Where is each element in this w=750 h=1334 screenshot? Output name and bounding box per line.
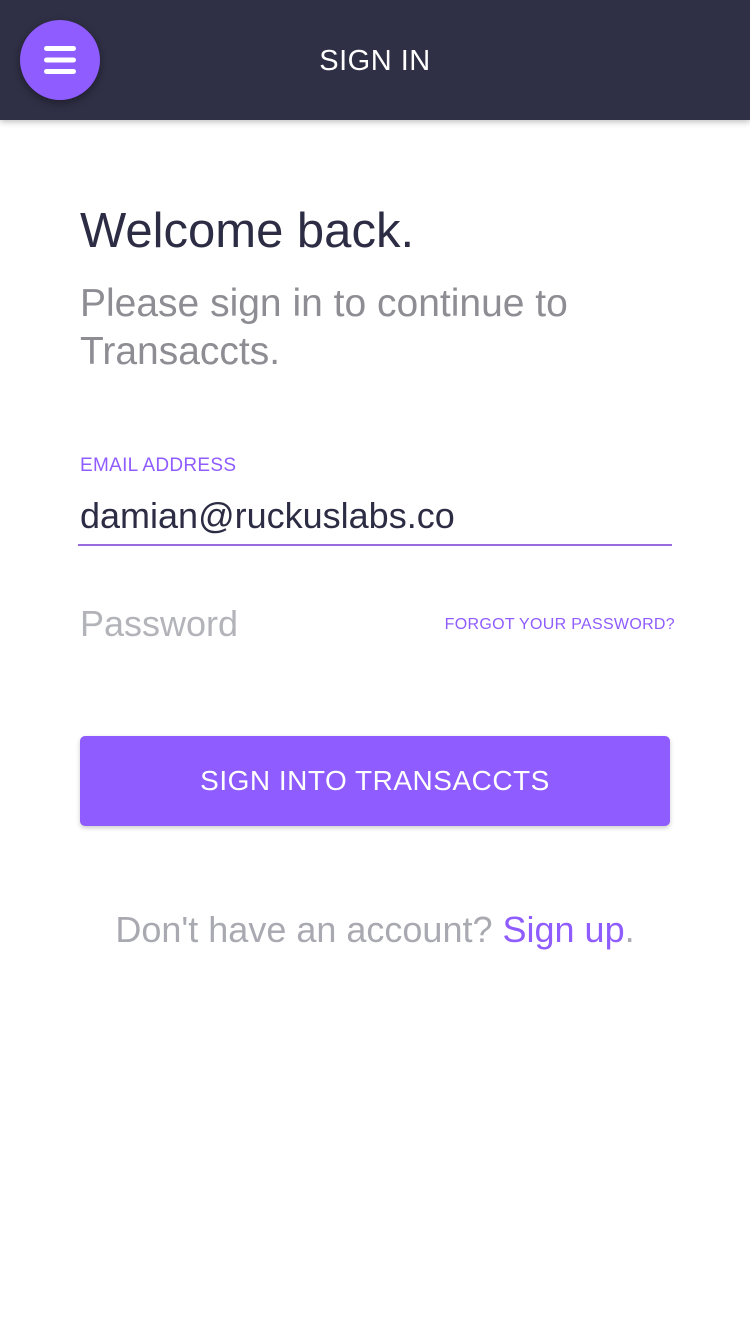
email-field-label: EMAIL ADDRESS <box>80 455 237 476</box>
sign-up-link[interactable]: Sign up <box>503 909 625 950</box>
menu-button[interactable] <box>20 20 100 100</box>
welcome-subtitle: Please sign in to continue to Transaccts… <box>80 282 568 373</box>
page-title: SIGN IN <box>319 45 431 77</box>
top-app-bar: SIGN IN <box>0 0 750 120</box>
signup-prompt-period: . <box>624 909 635 950</box>
signup-prompt: Don't have an account? Sign up. <box>0 906 750 954</box>
welcome-heading: Welcome back. <box>80 204 415 258</box>
sign-in-button[interactable]: SIGN INTO TRANSACCTS <box>80 736 670 826</box>
signup-prompt-text: Don't have an account? <box>115 909 503 950</box>
email-field[interactable] <box>78 488 672 546</box>
forgot-password-link[interactable]: FORGOT YOUR PASSWORD? <box>445 616 675 634</box>
hamburger-menu-icon <box>44 46 76 74</box>
password-field[interactable] <box>78 598 440 650</box>
